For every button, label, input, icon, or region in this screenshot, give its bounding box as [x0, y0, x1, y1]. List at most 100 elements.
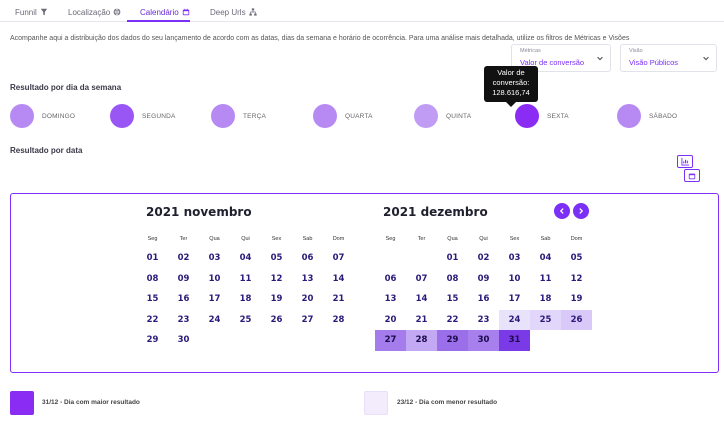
calendar-day[interactable]: 04: [530, 248, 561, 269]
calendar-day[interactable]: 05: [561, 248, 592, 269]
calendar-day[interactable]: 26: [561, 309, 592, 331]
calendar-day[interactable]: 27: [375, 330, 406, 351]
calendar-day[interactable]: 25: [530, 309, 561, 331]
calendar-day[interactable]: 19: [561, 289, 592, 310]
calendar-day[interactable]: 24: [499, 309, 530, 331]
calendar-day[interactable]: 29: [137, 330, 168, 351]
weekday-item[interactable]: QUINTA: [414, 103, 471, 129]
weekday-header: Qua: [209, 236, 220, 242]
tab-deep-urls[interactable]: Deep Urls: [210, 5, 257, 19]
active-tab-indicator: [127, 20, 190, 22]
calendar-day[interactable]: 25: [230, 310, 261, 331]
calendar-day[interactable]: 30: [468, 330, 499, 351]
calendar-day[interactable]: 15: [137, 289, 168, 310]
calendar-day[interactable]: 17: [499, 289, 530, 310]
calendar-day[interactable]: 06: [375, 269, 406, 290]
page-description: Acompanhe aqui a distribuição dos dados …: [10, 35, 630, 42]
calendar-day[interactable]: 20: [292, 289, 323, 310]
calendar-empty-cell: [561, 330, 592, 351]
calendar-day[interactable]: 07: [406, 269, 437, 290]
calendar-day[interactable]: 08: [137, 269, 168, 290]
tab-calendario[interactable]: Calendário: [140, 5, 190, 19]
calendar-day[interactable]: 16: [468, 289, 499, 310]
calendar-day[interactable]: 21: [406, 310, 437, 331]
chevron-right-icon: [579, 208, 584, 214]
calendar-day[interactable]: 20: [375, 310, 406, 331]
calendar-day[interactable]: 23: [168, 310, 199, 331]
prev-month-button[interactable]: [554, 203, 570, 219]
calendar-day[interactable]: 14: [323, 269, 354, 290]
calendar-day[interactable]: 08: [437, 269, 468, 290]
filter-icon: [40, 8, 47, 16]
weekday-item[interactable]: SEXTA: [515, 103, 569, 129]
calendar-day[interactable]: 09: [168, 269, 199, 290]
calendar-day[interactable]: 17: [199, 289, 230, 310]
calendar-day[interactable]: 01: [137, 248, 168, 269]
calendar-day[interactable]: 12: [261, 269, 292, 290]
calendar-day[interactable]: 05: [261, 248, 292, 269]
weekday-label: SÁBADO: [649, 112, 678, 120]
calendar-day[interactable]: 11: [530, 269, 561, 290]
calendar-day[interactable]: 13: [375, 289, 406, 310]
calendar-empty-cell: [230, 330, 261, 351]
calendar-day[interactable]: 12: [561, 269, 592, 290]
calendar-day[interactable]: 02: [168, 248, 199, 269]
tab-localizacao[interactable]: Localização: [68, 5, 121, 19]
calendar-day[interactable]: 22: [437, 310, 468, 331]
calendar-view-button[interactable]: [684, 169, 700, 182]
weekday-section-title: Resultado por dia da semana: [10, 83, 122, 92]
calendar-day[interactable]: 01: [437, 248, 468, 269]
calendar-day[interactable]: 19: [261, 289, 292, 310]
calendar-day[interactable]: 15: [437, 289, 468, 310]
calendar-day[interactable]: 21: [323, 289, 354, 310]
calendar-day[interactable]: 31: [499, 330, 530, 351]
calendar-empty-cell: [530, 330, 561, 351]
calendar-day[interactable]: 18: [530, 289, 561, 310]
weekday-item[interactable]: TERÇA: [211, 103, 266, 129]
calendar-day[interactable]: 09: [468, 269, 499, 290]
calendar-empty-cell: [323, 330, 354, 351]
chart-view-button[interactable]: [677, 155, 693, 168]
weekday-header: Qua: [447, 236, 458, 242]
calendar-day[interactable]: 22: [137, 310, 168, 331]
calendar-day[interactable]: 03: [499, 248, 530, 269]
calendar-day[interactable]: 13: [292, 269, 323, 290]
calendar-day[interactable]: 26: [261, 310, 292, 331]
calendar-day[interactable]: 23: [468, 310, 499, 331]
calendar-day[interactable]: 02: [468, 248, 499, 269]
calendar-day[interactable]: 28: [406, 330, 437, 351]
weekday-item[interactable]: DOMINGO: [10, 103, 75, 129]
calendar-day[interactable]: 10: [199, 269, 230, 290]
calendar-day[interactable]: 27: [292, 310, 323, 331]
calendar-day[interactable]: 04: [230, 248, 261, 269]
weekday-label: TERÇA: [243, 112, 267, 120]
weekday-item[interactable]: SÁBADO: [617, 103, 677, 129]
weekday-header: Seg: [147, 236, 158, 242]
tab-funnil[interactable]: Funnil: [15, 5, 48, 19]
calendar-day[interactable]: 14: [406, 289, 437, 310]
weekday-label: SEXTA: [547, 112, 569, 120]
calendar-day[interactable]: 07: [323, 248, 354, 269]
calendar-day[interactable]: 16: [168, 289, 199, 310]
calendar-day[interactable]: 10: [499, 269, 530, 290]
tab-label: Funnil: [15, 7, 37, 17]
weekday-item[interactable]: SEGUNDA: [110, 103, 176, 129]
sitemap-icon: [248, 8, 257, 16]
next-month-button[interactable]: [573, 203, 589, 219]
calendar-day[interactable]: 06: [292, 248, 323, 269]
tab-label: Localização: [68, 7, 111, 17]
calendar-day[interactable]: 18: [230, 289, 261, 310]
visao-select[interactable]: Visão Visão Públicos: [620, 44, 717, 72]
calendar-day[interactable]: 03: [199, 248, 230, 269]
calendar-day[interactable]: 30: [168, 330, 199, 351]
value-tooltip: Valor de conversão: 128.616,74: [484, 66, 538, 107]
calendar-day[interactable]: 28: [323, 310, 354, 331]
weekday-header: Ter: [417, 236, 426, 242]
weekday-dot: [313, 104, 337, 128]
weekday-item[interactable]: QUARTA: [313, 103, 373, 129]
calendar-empty-cell: [261, 330, 292, 351]
calendar-day[interactable]: 29: [437, 330, 468, 351]
calendar-day[interactable]: 11: [230, 269, 261, 290]
calendar-day[interactable]: 24: [199, 310, 230, 331]
weekday-label: SEGUNDA: [142, 112, 176, 120]
